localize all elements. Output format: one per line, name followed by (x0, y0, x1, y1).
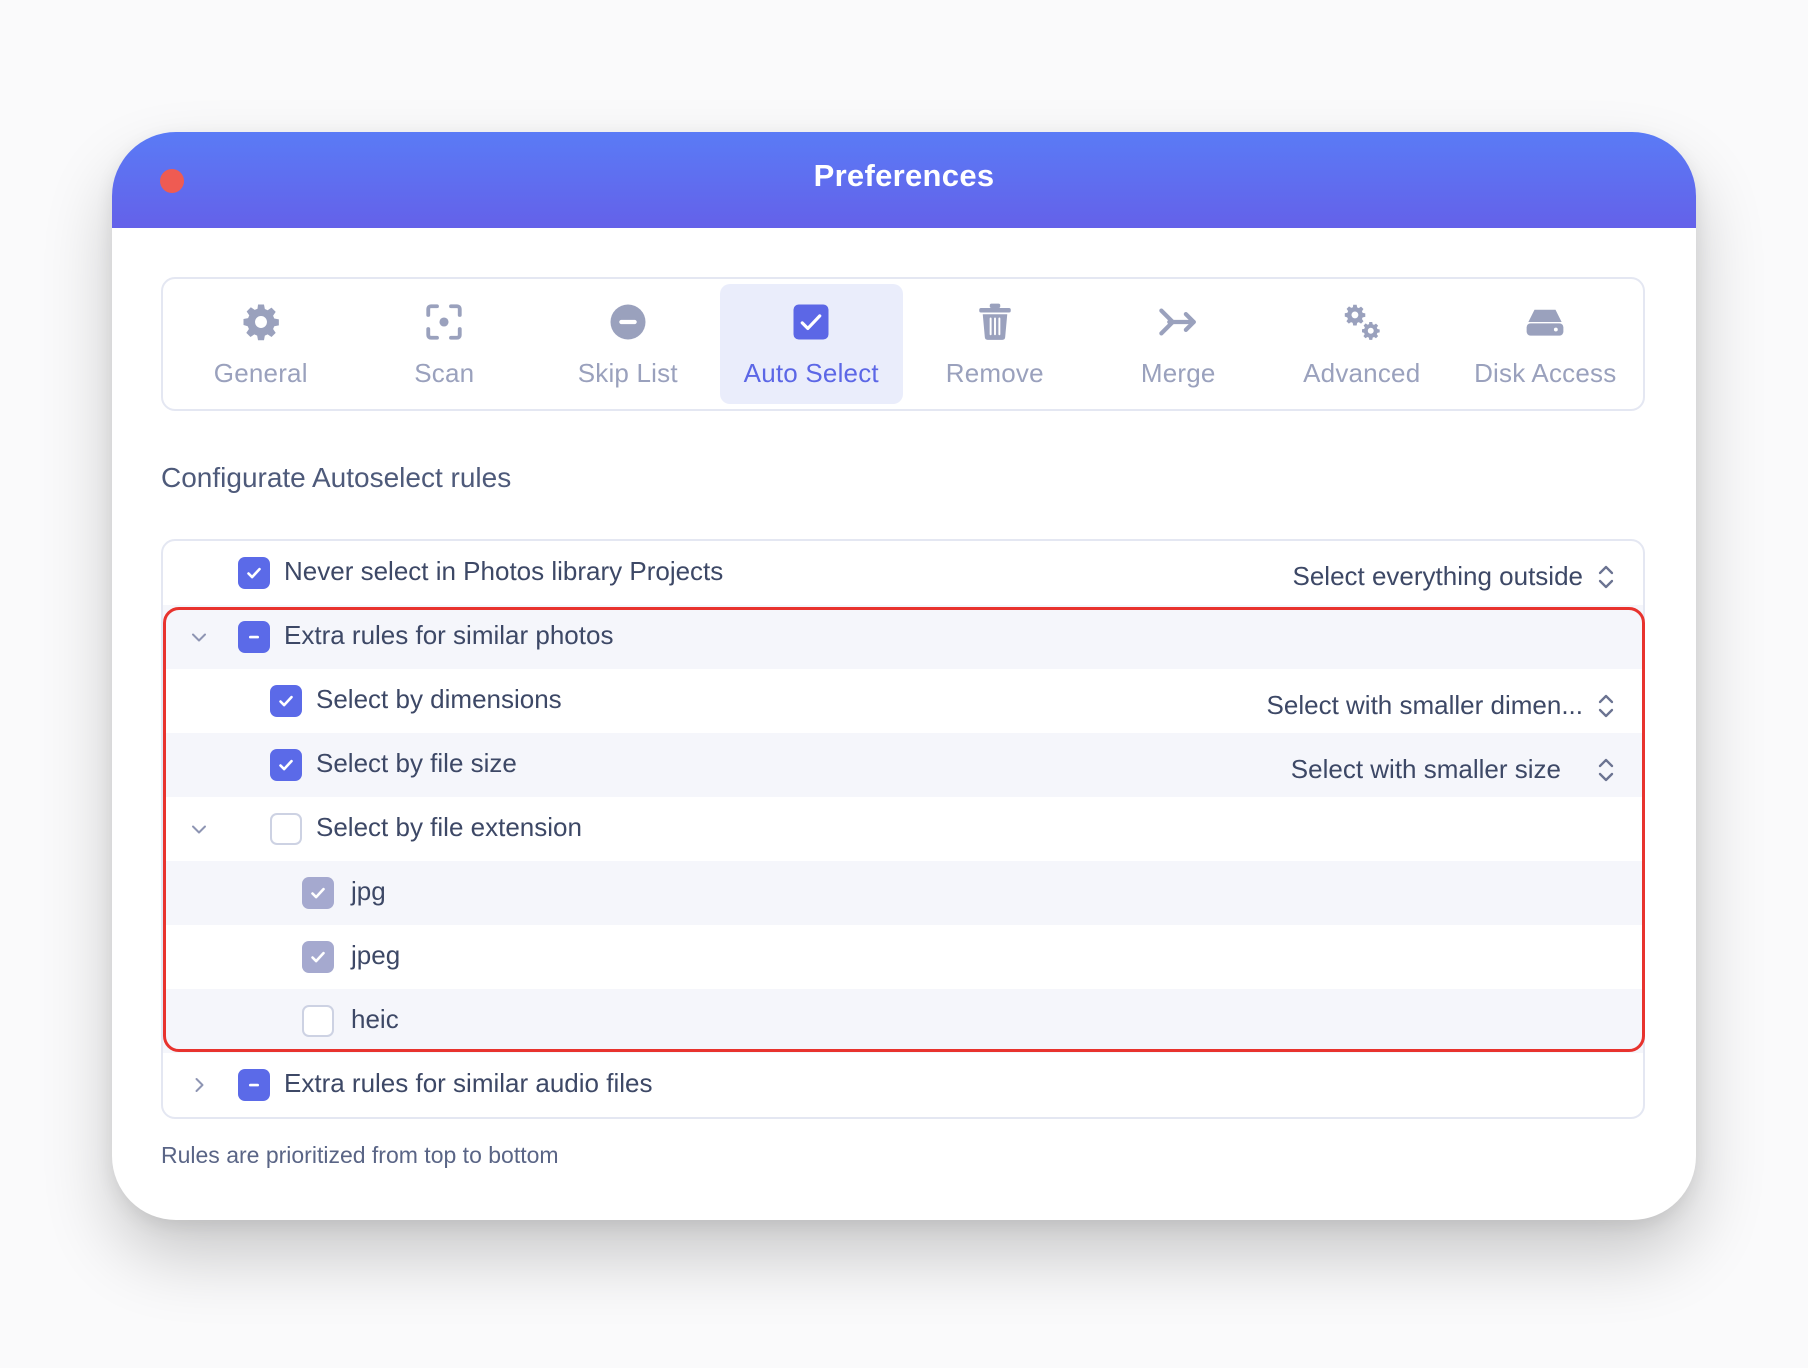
rule-select-never-select-projects[interactable]: Select everything outside (1292, 561, 1617, 592)
minus-circle-icon (606, 300, 650, 344)
rule-label: Select by file extension (316, 812, 582, 842)
tab-scan-label: Scan (414, 357, 475, 388)
chevron-down-icon[interactable] (185, 815, 213, 843)
rule-select-file-size[interactable]: Select with smaller size (1291, 754, 1617, 785)
rules-list: Never select in Photos library Projects … (161, 539, 1645, 1119)
section-heading: Configurate Autoselect rules (161, 462, 512, 493)
stepper-arrows-icon (1598, 694, 1614, 717)
tab-remove[interactable]: Remove (903, 284, 1087, 404)
rule-checkbox-file-size[interactable] (270, 749, 302, 781)
rule-row-file-extension: Select by file extension (163, 797, 1643, 861)
preferences-toolbar: General Scan Skip List Auto Select Remov… (161, 277, 1645, 411)
gear-icon (239, 300, 283, 344)
rule-label: Extra rules for similar audio files (284, 1068, 653, 1098)
stepper-arrows-icon (1598, 565, 1614, 588)
tab-auto-select[interactable]: Auto Select (719, 284, 903, 404)
rule-checkbox-jpg[interactable] (302, 877, 334, 909)
rule-select-value: Select with smaller dimen... (1266, 690, 1583, 720)
tab-disk-access[interactable]: Disk Access (1454, 284, 1638, 404)
disk-icon (1523, 300, 1567, 344)
rule-checkbox-file-extension[interactable] (270, 813, 302, 845)
rule-checkbox-dimensions[interactable] (270, 685, 302, 717)
gears-icon (1340, 300, 1384, 344)
rule-row-jpg: jpg (163, 861, 1643, 925)
rule-label: heic (351, 1004, 399, 1034)
rule-label: jpg (351, 876, 386, 906)
checkbox-icon (789, 300, 833, 344)
rule-label: Select by dimensions (316, 684, 562, 714)
tab-auto-select-label: Auto Select (743, 357, 879, 388)
tab-scan[interactable]: Scan (353, 284, 537, 404)
rule-row-similar-photos: Extra rules for similar photos (163, 605, 1643, 669)
rule-checkbox-never-select-projects[interactable] (238, 557, 270, 589)
rule-row-jpeg: jpeg (163, 925, 1643, 989)
scan-icon (422, 300, 466, 344)
chevron-down-icon[interactable] (185, 623, 213, 651)
tab-general[interactable]: General (169, 284, 353, 404)
trash-icon (973, 300, 1017, 344)
chevron-right-icon[interactable] (185, 1071, 213, 1099)
rule-select-value: Select everything outside (1292, 561, 1583, 591)
rule-label: Never select in Photos library Projects (284, 556, 724, 586)
tab-advanced[interactable]: Advanced (1270, 284, 1454, 404)
rule-checkbox-similar-photos[interactable] (238, 621, 270, 653)
rule-row-similar-audio: Extra rules for similar audio files (163, 1053, 1643, 1117)
rule-label: jpeg (351, 940, 401, 970)
tab-remove-label: Remove (945, 357, 1044, 388)
footer-note: Rules are prioritized from top to bottom (161, 1142, 559, 1168)
window-title: Preferences (813, 158, 995, 193)
tab-disk-access-label: Disk Access (1474, 357, 1617, 388)
title-bar: Preferences (112, 132, 1696, 228)
rule-checkbox-heic[interactable] (302, 1005, 334, 1037)
merge-arrow-icon (1156, 300, 1200, 344)
rule-checkbox-jpeg[interactable] (302, 941, 334, 973)
tab-general-label: General (213, 357, 308, 388)
tab-advanced-label: Advanced (1303, 357, 1421, 388)
preferences-window: Preferences General Scan Skip List Auto … (112, 132, 1696, 1220)
rule-row-never-select-projects: Never select in Photos library Projects … (163, 541, 1643, 605)
rule-select-dimensions[interactable]: Select with smaller dimen... (1267, 690, 1617, 721)
tab-merge-label: Merge (1140, 357, 1216, 388)
rule-label: Extra rules for similar photos (284, 620, 614, 650)
rule-select-value: Select with smaller size (1290, 754, 1561, 784)
rule-checkbox-similar-audio[interactable] (238, 1069, 270, 1101)
rule-row-file-size: Select by file size Select with smaller … (163, 733, 1643, 797)
rule-row-heic: heic (163, 989, 1643, 1053)
tab-skip-list[interactable]: Skip List (536, 284, 720, 404)
tab-merge[interactable]: Merge (1087, 284, 1271, 404)
rule-row-dimensions: Select by dimensions Select with smaller… (163, 669, 1643, 733)
rule-label: Select by file size (316, 748, 517, 778)
tab-skip-list-label: Skip List (577, 357, 678, 388)
stepper-arrows-icon (1598, 758, 1614, 781)
